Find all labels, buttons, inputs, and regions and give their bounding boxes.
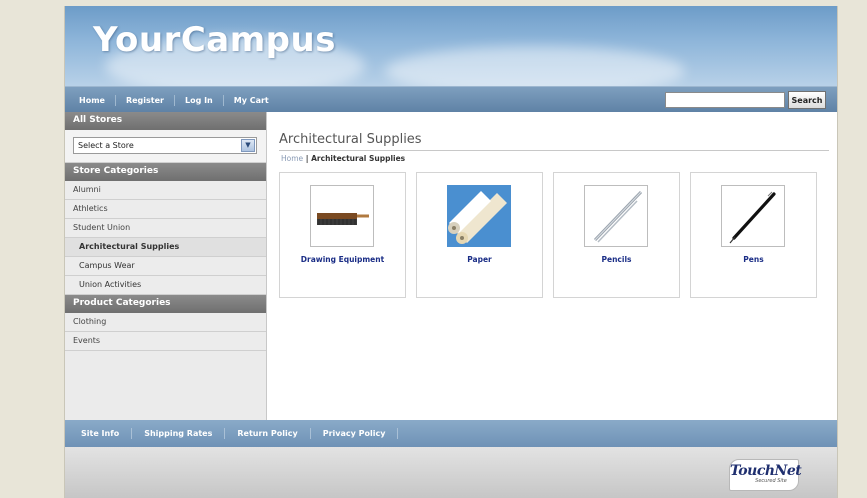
title-divider xyxy=(279,150,829,151)
sidebar-item-clothing[interactable]: Clothing xyxy=(65,313,266,332)
product-tile-drawing-equipment[interactable]: Drawing Equipment xyxy=(279,172,406,298)
product-image[interactable] xyxy=(447,185,511,247)
nav-home[interactable]: Home xyxy=(69,94,116,106)
footer-nav: Site Info Shipping Rates Return Policy P… xyxy=(65,420,837,447)
footer-site-info[interactable]: Site Info xyxy=(69,428,133,439)
paper-rolls-icon xyxy=(447,185,511,247)
brush-icon xyxy=(317,213,369,225)
footer-return-policy[interactable]: Return Policy xyxy=(225,428,311,439)
product-tile-pencils[interactable]: Pencils xyxy=(553,172,680,298)
page-bottom: TouchNet Secured Site xyxy=(65,447,837,498)
product-image[interactable] xyxy=(310,185,374,247)
sidebar-item-athletics[interactable]: Athletics xyxy=(65,200,266,219)
sidebar-item-architectural-supplies[interactable]: Architectural Supplies xyxy=(65,238,266,257)
product-label[interactable]: Paper xyxy=(417,255,542,264)
nav-links: Home Register Log In My Cart xyxy=(69,87,279,113)
product-categories-heading: Product Categories xyxy=(65,295,266,313)
breadcrumb-current: Architectural Supplies xyxy=(311,154,406,163)
sidebar-item-campus-wear[interactable]: Campus Wear xyxy=(65,257,266,276)
pencil-icon xyxy=(593,190,643,243)
site-logo[interactable]: YourCampus xyxy=(93,20,336,60)
site-banner: YourCampus xyxy=(65,6,837,86)
page-title: Architectural Supplies xyxy=(279,132,422,147)
page-shell: YourCampus Home Register Log In My Cart … xyxy=(64,6,838,498)
touchnet-badge[interactable]: TouchNet Secured Site xyxy=(729,459,802,491)
product-label[interactable]: Drawing Equipment xyxy=(280,255,405,264)
product-label[interactable]: Pencils xyxy=(554,255,679,264)
chevron-down-icon[interactable]: ▼ xyxy=(241,139,255,152)
sidebar-item-events[interactable]: Events xyxy=(65,332,266,351)
sidebar-item-student-union[interactable]: Student Union xyxy=(65,219,266,238)
search-button[interactable]: Search xyxy=(788,91,826,109)
sidebar-item-alumni[interactable]: Alumni xyxy=(65,181,266,200)
store-categories-heading: Store Categories xyxy=(65,163,266,181)
nav-my-cart[interactable]: My Cart xyxy=(224,95,279,106)
sidebar-item-union-activities[interactable]: Union Activities xyxy=(65,276,266,295)
product-label[interactable]: Pens xyxy=(691,255,816,264)
breadcrumb: Home | Architectural Supplies xyxy=(281,154,405,163)
sidebar: All Stores Select a Store ▼ Store Catego… xyxy=(65,112,267,420)
banner-cloud xyxy=(385,46,685,86)
search-input[interactable] xyxy=(665,92,785,108)
product-tile-pens[interactable]: Pens xyxy=(690,172,817,298)
product-tile-paper[interactable]: Paper xyxy=(416,172,543,298)
store-select[interactable]: Select a Store ▼ xyxy=(73,137,257,154)
store-select-value: Select a Store xyxy=(78,141,134,150)
footer-privacy-policy[interactable]: Privacy Policy xyxy=(311,428,399,439)
all-stores-heading: All Stores xyxy=(65,112,266,130)
product-image[interactable] xyxy=(584,185,648,247)
main-content: Architectural Supplies Home | Architectu… xyxy=(277,112,829,420)
top-nav: Home Register Log In My Cart Search xyxy=(65,86,837,113)
footer-shipping-rates[interactable]: Shipping Rates xyxy=(132,428,226,439)
footer-links: Site Info Shipping Rates Return Policy P… xyxy=(69,420,399,447)
nav-register[interactable]: Register xyxy=(116,94,175,106)
nav-log-in[interactable]: Log In xyxy=(175,94,224,106)
pen-icon xyxy=(729,191,776,244)
breadcrumb-separator: | xyxy=(303,154,312,163)
store-select-wrapper: Select a Store ▼ xyxy=(65,130,266,163)
product-image[interactable] xyxy=(721,185,785,247)
breadcrumb-home-link[interactable]: Home xyxy=(281,154,303,163)
